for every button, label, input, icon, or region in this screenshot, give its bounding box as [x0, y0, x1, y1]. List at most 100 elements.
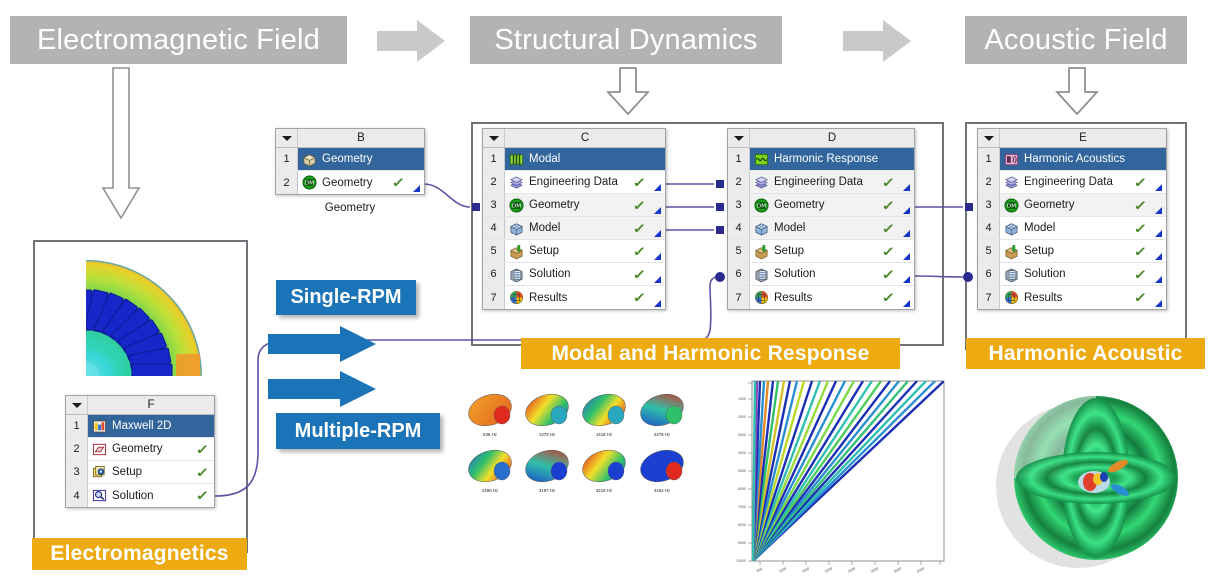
system-b-header: B: [276, 129, 424, 148]
system-e-row-3[interactable]: 3 DM Geometry ✓: [978, 194, 1166, 217]
status-check-icon: ✓: [881, 243, 896, 259]
row-label: Geometry: [529, 199, 580, 211]
svg-text:10000: 10000: [736, 559, 746, 563]
update-triangle-icon: [1155, 230, 1162, 237]
row-number: 1: [483, 148, 505, 170]
update-triangle-icon: [654, 253, 661, 260]
status-check-icon: ✓: [881, 290, 896, 305]
system-e-row-6[interactable]: 6 Solution ✓: [978, 263, 1166, 286]
row-number: 5: [483, 240, 505, 262]
status-check-icon: ✓: [881, 197, 896, 213]
row-number: 1: [66, 415, 88, 437]
row-number: 1: [978, 148, 1000, 170]
system-d-row-5[interactable]: 5 Setup ✓: [728, 240, 914, 263]
mode-frequency-4: 2478 Hz: [654, 432, 670, 437]
system-d-row-4[interactable]: 4 Model ✓: [728, 217, 914, 240]
collapse-caret-c[interactable]: [483, 129, 505, 147]
row-number: 6: [728, 263, 750, 285]
chevron-down-icon: [488, 135, 499, 141]
setup-icon: [1005, 244, 1018, 259]
label-electromagnetics: Electromagnetics: [32, 538, 247, 570]
setup-icon: [755, 244, 768, 259]
chevron-down-icon: [281, 135, 292, 141]
system-e-row-4[interactable]: 4 Model ✓: [978, 217, 1166, 240]
row-label: Setup: [774, 245, 805, 257]
model-icon: [755, 222, 768, 235]
collapse-caret-d[interactable]: [728, 129, 750, 147]
status-check-icon: ✓: [195, 488, 210, 503]
row-label: Solution: [1024, 268, 1066, 280]
row-label: Solution: [774, 268, 816, 280]
system-d-row-3[interactable]: 3 DM Geometry ✓: [728, 194, 914, 217]
update-triangle-icon: [654, 300, 661, 307]
system-d[interactable]: D 1 Harmonic Response 2 Engineering Data…: [727, 128, 915, 310]
status-check-icon: ✓: [1133, 290, 1148, 305]
row-label: Setup: [112, 466, 143, 478]
system-b-caption: Geometry: [324, 202, 376, 214]
flow-arrow-1-icon: [377, 20, 445, 62]
system-b-row-2[interactable]: 2 DM Geometry ✓: [276, 171, 424, 194]
model-icon: [1005, 222, 1018, 235]
system-c-row-3[interactable]: 3 DM Geometry ✓: [483, 194, 665, 217]
system-e-row-5[interactable]: 5 Setup ✓: [978, 240, 1166, 263]
engineering-data-icon: [510, 176, 523, 188]
status-check-icon: ✓: [632, 290, 647, 305]
row-number: 4: [978, 217, 1000, 239]
system-d-row-6[interactable]: 6 Solution ✓: [728, 263, 914, 286]
system-d-row-1[interactable]: 1 Harmonic Response: [728, 148, 914, 171]
system-f-row-1[interactable]: 1 Maxwell 2D: [66, 415, 214, 438]
maxwell-geometry-icon: [92, 443, 107, 455]
yellow-label-text: Modal and Harmonic Response: [551, 341, 870, 365]
system-e-row-7[interactable]: 7 Results ✓: [978, 286, 1166, 309]
collapse-caret-e[interactable]: [978, 129, 1000, 147]
engineering-data-icon: [1005, 176, 1018, 188]
system-e-row-2[interactable]: 2 Engineering Data ✓: [978, 171, 1166, 194]
status-check-icon: ✓: [1133, 174, 1148, 190]
row-label: Engineering Data: [1024, 176, 1113, 188]
mode-frequency-8: 4452 Hz: [654, 488, 670, 493]
system-c-row-1[interactable]: 1 Modal: [483, 148, 665, 171]
system-e-row-1[interactable]: 1 Harmonic Acoustics: [978, 148, 1166, 171]
row-label: Setup: [1024, 245, 1055, 257]
system-c[interactable]: C 1 Modal 2 Engineering Data ✓ 3 DM Geom…: [482, 128, 666, 310]
mode-frequency-5: 2490 Hz: [482, 488, 498, 493]
svg-text:DM: DM: [757, 203, 766, 209]
row-label: Geometry: [322, 176, 373, 189]
row-label: Model: [774, 222, 806, 234]
system-c-row-5[interactable]: 5 Setup ✓: [483, 240, 665, 263]
update-triangle-icon: [654, 276, 661, 283]
maxwell2d-icon: [92, 419, 107, 433]
collapse-caret-f[interactable]: [66, 396, 88, 414]
row-number: 1: [276, 148, 298, 170]
row-label: Engineering Data: [529, 176, 618, 188]
solution-icon: [755, 267, 768, 282]
system-b[interactable]: B 1 Geometry 2 DM Geometry ✓: [275, 128, 425, 195]
system-d-row-7[interactable]: 7 Results ✓: [728, 286, 914, 309]
collapse-caret-b[interactable]: [276, 129, 298, 147]
svg-text:DM: DM: [1007, 203, 1016, 209]
update-triangle-icon: [903, 207, 910, 214]
row-number: 4: [728, 217, 750, 239]
system-f-row-2[interactable]: 2 Geometry ✓: [66, 438, 214, 461]
maxwell-solution-icon: [92, 489, 107, 502]
system-e[interactable]: E 1 Harmonic Acoustics 2 Engineering Dat…: [977, 128, 1167, 310]
row-number: 5: [978, 240, 1000, 262]
yellow-label-text: Electromagnetics: [50, 542, 229, 565]
row-number: 3: [483, 194, 505, 216]
row-number: 4: [66, 484, 88, 507]
update-triangle-icon: [1155, 253, 1162, 260]
system-f[interactable]: F 1 Maxwell 2D 2 Geometry ✓ 3 Setup ✓ 4 …: [65, 395, 215, 508]
system-c-row-4[interactable]: 4 Model ✓: [483, 217, 665, 240]
system-b-row-1[interactable]: 1 Geometry: [276, 148, 424, 171]
svg-text:DM: DM: [512, 203, 521, 209]
system-c-row-6[interactable]: 6 Solution ✓: [483, 263, 665, 286]
system-d-row-2[interactable]: 2 Engineering Data ✓: [728, 171, 914, 194]
status-check-icon: ✓: [881, 220, 896, 236]
update-triangle-icon: [903, 300, 910, 307]
system-f-row-3[interactable]: 3 Setup ✓: [66, 461, 214, 484]
system-c-row-7[interactable]: 7 Results ✓: [483, 286, 665, 309]
system-f-row-4[interactable]: 4 Solution ✓: [66, 484, 214, 507]
row-label: Modal: [529, 153, 561, 165]
system-c-row-2[interactable]: 2 Engineering Data ✓: [483, 171, 665, 194]
svg-text:4000: 4000: [738, 451, 746, 455]
